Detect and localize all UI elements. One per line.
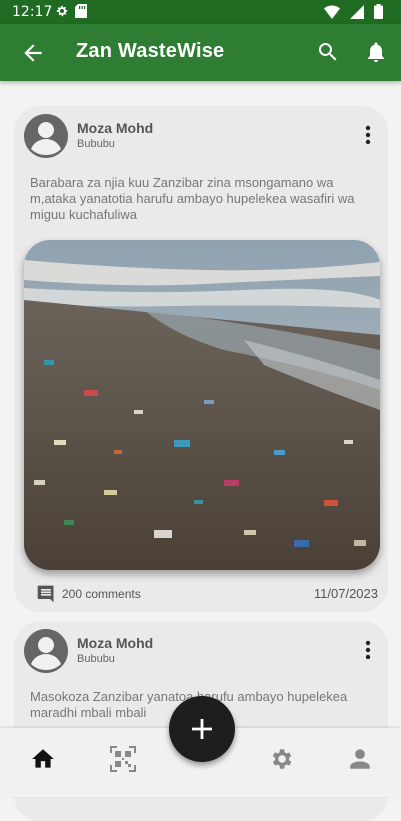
- battery-status-icon: [374, 4, 383, 19]
- comments-count: 200 comments: [62, 587, 141, 601]
- post-author: Moza Mohd: [77, 120, 154, 136]
- settings-icon: [272, 749, 292, 769]
- post-date: 11/07/2023: [313, 586, 378, 601]
- notifications-button[interactable]: [364, 40, 388, 64]
- settings-status-icon: [56, 5, 68, 17]
- person-avatar-icon: [24, 629, 68, 673]
- more-vertical-icon: [365, 640, 371, 660]
- home-icon: [32, 749, 54, 768]
- plus-icon: [192, 719, 212, 739]
- nav-settings[interactable]: [268, 746, 294, 772]
- comments-link[interactable]: 200 comments: [36, 584, 141, 604]
- status-time: 12:17: [12, 4, 53, 20]
- search-icon: [318, 43, 337, 61]
- post-author: Moza Mohd: [77, 635, 154, 651]
- app-bar: Zan WasteWise: [0, 24, 401, 81]
- post-menu-button[interactable]: [362, 639, 374, 661]
- person-avatar-icon: [24, 114, 68, 158]
- back-button[interactable]: [20, 40, 46, 66]
- sd-card-status-icon: [75, 4, 87, 18]
- add-post-button[interactable]: [169, 696, 235, 762]
- arrow-back-icon: [24, 44, 42, 62]
- post-text: Barabara za njia kuu Zanzibar zina msong…: [30, 175, 355, 222]
- post-image[interactable]: [24, 240, 380, 570]
- nav-scan[interactable]: [110, 746, 136, 772]
- nav-home[interactable]: [30, 746, 56, 772]
- qr-scan-icon: [110, 746, 136, 772]
- beach-waste-photo: [24, 240, 380, 570]
- nav-profile[interactable]: [347, 746, 373, 772]
- post-card[interactable]: Moza Mohd Bububu Barabara za njia kuu Za…: [14, 106, 388, 612]
- app-title: Zan WasteWise: [76, 40, 225, 62]
- avatar[interactable]: [24, 114, 68, 158]
- post-menu-button[interactable]: [362, 124, 374, 146]
- status-bar: 12:17: [0, 0, 401, 24]
- wifi-status-icon: [324, 5, 340, 19]
- more-vertical-icon: [365, 125, 371, 145]
- post-location: Bububu: [77, 138, 115, 150]
- person-icon: [350, 749, 370, 769]
- post-location: Bububu: [77, 653, 115, 665]
- comment-icon: [37, 585, 54, 603]
- search-button[interactable]: [316, 40, 340, 64]
- signal-status-icon: [350, 4, 364, 19]
- bell-icon: [368, 42, 384, 62]
- avatar[interactable]: [24, 629, 68, 673]
